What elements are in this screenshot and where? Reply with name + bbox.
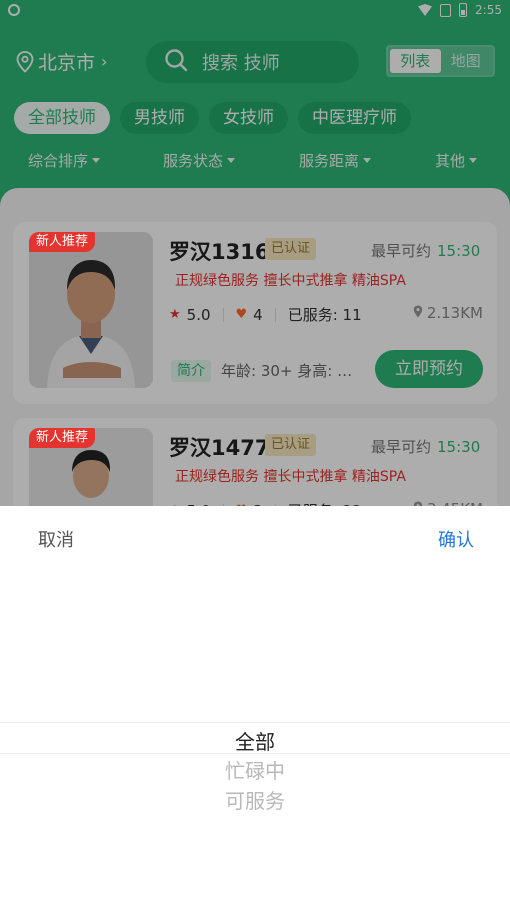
picker-sheet: 取消 确认 全部 忙碌中 可服务: [0, 506, 510, 906]
cancel-button[interactable]: 取消: [38, 526, 74, 552]
new-recommend-badge: 新人推荐: [29, 428, 96, 448]
app-screen: 2:55 北京市 › 搜索 技师 列表 地图 全部技师 男技师 女技师 中医理疗…: [0, 0, 510, 906]
new-recommend-badge: 新人推荐: [29, 232, 96, 252]
picker-divider: [0, 722, 510, 723]
picker-option-selected[interactable]: 全部: [0, 726, 510, 755]
picker-divider: [0, 753, 510, 754]
picker-option[interactable]: 可服务: [0, 785, 510, 814]
picker-toolbar: 取消 确认: [0, 506, 510, 566]
picker-option[interactable]: 忙碌中: [0, 755, 510, 784]
confirm-button[interactable]: 确认: [438, 526, 474, 552]
